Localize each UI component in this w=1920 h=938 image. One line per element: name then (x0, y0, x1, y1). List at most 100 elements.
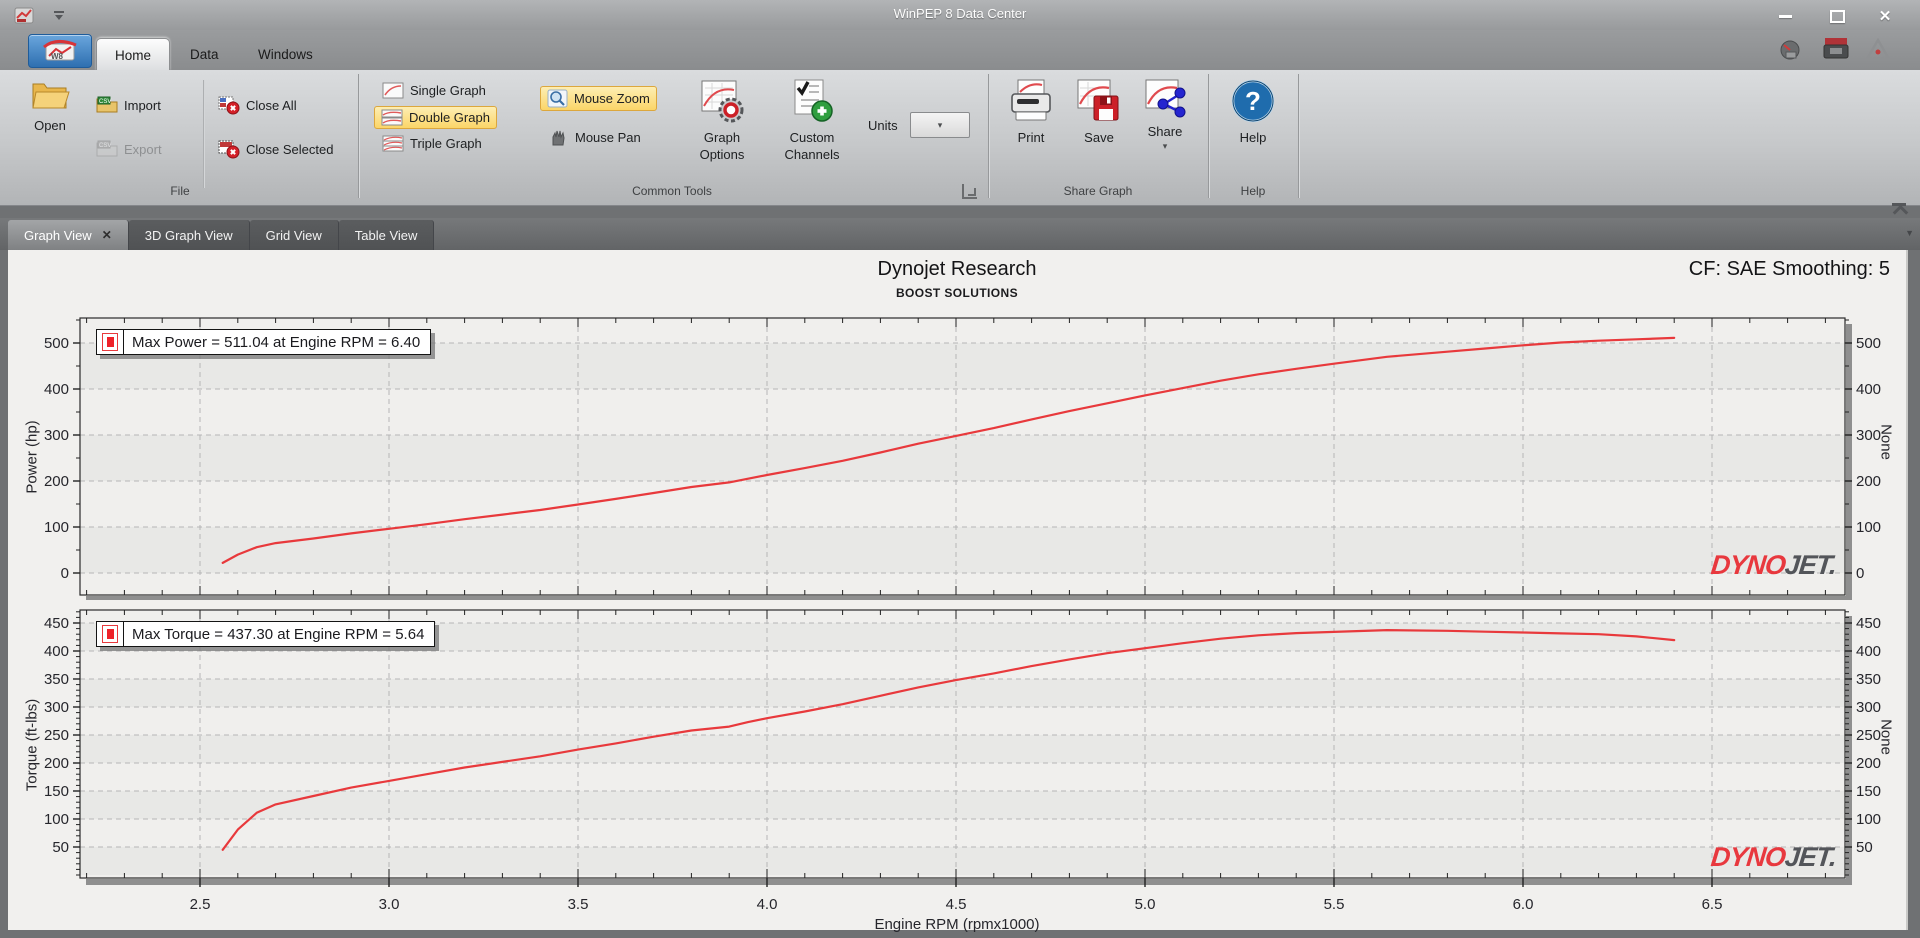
minimize-icon (1778, 14, 1792, 18)
svg-text:150: 150 (1856, 783, 1881, 800)
svg-text:500: 500 (1856, 335, 1881, 352)
close-button[interactable]: ✕ (1868, 8, 1902, 25)
device-icon[interactable] (1822, 36, 1850, 67)
export-csv-icon: CSV (96, 140, 118, 157)
svg-text:100: 100 (44, 519, 69, 536)
svg-text:400: 400 (1856, 381, 1881, 398)
power-legend-text: Max Power = 511.04 at Engine RPM = 6.40 (132, 333, 421, 351)
group-separator (1208, 74, 1210, 198)
tab-windows[interactable]: Windows (240, 38, 331, 70)
svg-text:50: 50 (1856, 839, 1873, 856)
svg-text:0: 0 (1856, 565, 1864, 582)
tab-home[interactable]: Home (96, 38, 171, 71)
tab-data[interactable]: Data (172, 38, 237, 70)
tab-close-icon[interactable]: ✕ (102, 228, 112, 242)
svg-text:300: 300 (44, 699, 69, 716)
x-tick-label: 4.0 (756, 896, 778, 913)
svg-text:50: 50 (52, 839, 69, 856)
close-selected-icon (218, 140, 240, 159)
x-tick-label: 6.5 (1701, 896, 1723, 913)
double-graph-icon (381, 109, 403, 126)
group-separator (988, 74, 990, 198)
custom-channels-button[interactable]: Custom Channels (782, 78, 842, 163)
export-label: Export (124, 141, 162, 157)
custom-channels-icon (794, 79, 833, 122)
x-tick-label: 3.5 (567, 896, 589, 913)
mouse-pan-button[interactable]: Mouse Pan (542, 126, 647, 149)
double-graph-label: Double Graph (409, 110, 490, 125)
export-button[interactable]: CSV Export (90, 138, 168, 160)
folder-icon (32, 83, 70, 109)
graph-view-label: Graph View (24, 227, 92, 243)
svg-text:350: 350 (1856, 671, 1881, 688)
x-axis-title: Engine RPM (rpmx1000) (874, 916, 1040, 933)
custom-channels-label-1: Custom (789, 130, 835, 145)
minimize-button[interactable] (1768, 8, 1802, 24)
import-button[interactable]: CSV Import (90, 94, 167, 116)
mouse-zoom-button[interactable]: Mouse Zoom (540, 86, 657, 111)
title-bar: WinPEP 8 Data Center ✕ (0, 0, 1920, 31)
mouse-zoom-icon (547, 89, 568, 108)
svg-text:400: 400 (1856, 643, 1881, 660)
x-tick-label: 4.5 (945, 896, 967, 913)
svg-text:400: 400 (44, 381, 69, 398)
application-menu-button[interactable]: W8 (28, 34, 92, 68)
print-label: Print (1017, 130, 1045, 145)
double-graph-button[interactable]: Double Graph (374, 106, 497, 129)
triple-graph-button[interactable]: Triple Graph (376, 133, 488, 154)
mouse-pan-label: Mouse Pan (575, 130, 641, 145)
graph-options-label-2: Options (699, 147, 745, 162)
import-label: Import (124, 97, 161, 113)
svg-text:300: 300 (1856, 699, 1881, 716)
share-graph-group-label: Share Graph (1063, 184, 1133, 198)
close-all-button[interactable]: Close All (212, 94, 303, 117)
svg-text:CSV: CSV (99, 143, 111, 149)
save-label: Save (1084, 130, 1114, 145)
print-button[interactable]: Print (1004, 78, 1058, 146)
ribbon: Open CSV Import CSV Export Close All Clo… (0, 70, 1920, 206)
help-button[interactable]: ? Help (1226, 78, 1280, 146)
group-separator (1298, 74, 1300, 198)
svg-text:100: 100 (44, 811, 69, 828)
maximize-button[interactable] (1820, 8, 1854, 24)
tab-overflow-icon[interactable]: ▼ (1905, 228, 1914, 238)
close-selected-button[interactable]: Close Selected (212, 138, 339, 161)
close-icon: ✕ (1878, 8, 1892, 25)
graph-subtitle: BOOST SOLUTIONS (895, 286, 1018, 300)
graph-options-button[interactable]: Graph Options (694, 78, 750, 163)
tab-grid-view[interactable]: Grid View (249, 220, 339, 250)
common-tools-dialog-launcher-icon[interactable] (962, 184, 977, 199)
mouse-zoom-label: Mouse Zoom (574, 91, 650, 106)
divider (203, 80, 205, 188)
open-button[interactable]: Open (24, 78, 76, 134)
units-dropdown[interactable]: ▾ (910, 112, 970, 138)
x-tick-label: 6.0 (1512, 896, 1534, 913)
single-graph-label: Single Graph (410, 83, 486, 98)
help-icon: ? (1231, 79, 1275, 123)
tab-table-view[interactable]: Table View (338, 220, 435, 250)
collapse-ribbon-icon[interactable] (1892, 203, 1906, 214)
svg-text:450: 450 (1856, 615, 1881, 632)
save-button[interactable]: Save (1072, 78, 1126, 146)
gauge-icon[interactable] (1778, 38, 1802, 67)
warning-triangle-icon[interactable] (1864, 37, 1892, 67)
svg-text:0: 0 (61, 565, 69, 582)
single-graph-button[interactable]: Single Graph (376, 80, 492, 101)
svg-text:W8: W8 (51, 52, 64, 61)
svg-text:500: 500 (44, 335, 69, 352)
open-label: Open (34, 118, 66, 133)
share-dropdown-icon[interactable]: ▾ (1138, 142, 1192, 151)
tab-graph-view[interactable]: Graph View ✕ (8, 220, 129, 250)
common-tools-group-label: Common Tools (632, 184, 712, 198)
share-button[interactable]: Share ▾ (1138, 78, 1192, 151)
power-legend[interactable]: Max Power = 511.04 at Engine RPM = 6.40 (96, 329, 432, 355)
torque-legend[interactable]: Max Torque = 437.30 at Engine RPM = 5.64 (96, 621, 436, 647)
graph3d-view-label: 3D Graph View (144, 227, 233, 243)
tab-3d-graph-view[interactable]: 3D Graph View (128, 220, 250, 250)
power-axis-title: Power (hp) (23, 420, 41, 494)
svg-text:350: 350 (44, 671, 69, 688)
x-axis-tick-labels: 2.5 3.0 3.5 4.0 4.5 5.0 5.5 6.0 6.5 (8, 896, 1906, 916)
triple-graph-label: Triple Graph (410, 136, 482, 151)
x-tick-label: 2.5 (189, 896, 211, 913)
svg-text:100: 100 (1856, 519, 1881, 536)
